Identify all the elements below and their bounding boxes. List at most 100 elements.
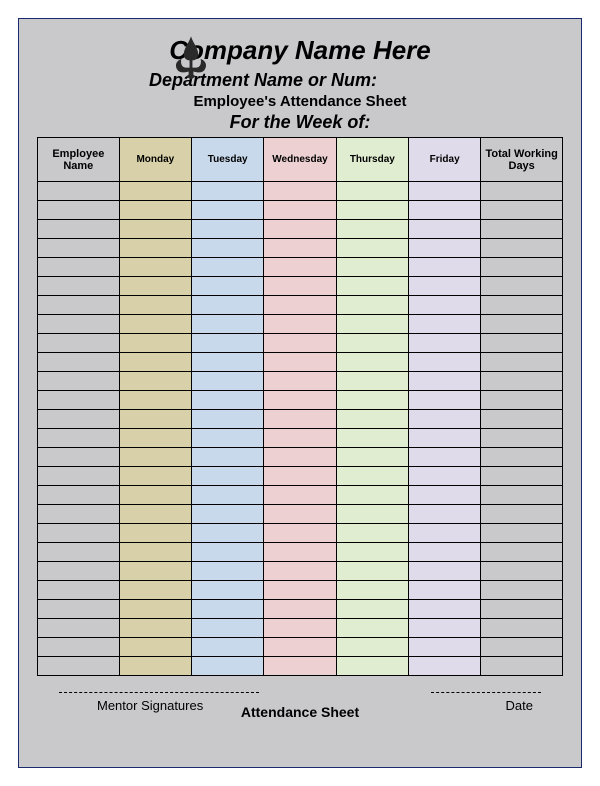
table-cell[interactable] [38, 448, 120, 467]
table-cell[interactable] [336, 315, 408, 334]
table-cell[interactable] [192, 182, 264, 201]
table-cell[interactable] [481, 562, 563, 581]
table-cell[interactable] [119, 562, 191, 581]
table-cell[interactable] [119, 334, 191, 353]
table-cell[interactable] [481, 638, 563, 657]
table-cell[interactable] [264, 581, 336, 600]
table-cell[interactable] [38, 258, 120, 277]
table-cell[interactable] [192, 220, 264, 239]
table-cell[interactable] [38, 429, 120, 448]
table-cell[interactable] [264, 543, 336, 562]
table-cell[interactable] [336, 638, 408, 657]
table-cell[interactable] [264, 600, 336, 619]
table-cell[interactable] [192, 657, 264, 676]
table-cell[interactable] [408, 486, 480, 505]
table-cell[interactable] [408, 372, 480, 391]
table-cell[interactable] [336, 410, 408, 429]
table-cell[interactable] [38, 239, 120, 258]
table-cell[interactable] [336, 657, 408, 676]
table-cell[interactable] [481, 372, 563, 391]
table-cell[interactable] [192, 581, 264, 600]
table-cell[interactable] [119, 448, 191, 467]
table-cell[interactable] [264, 239, 336, 258]
table-cell[interactable] [481, 600, 563, 619]
table-cell[interactable] [264, 638, 336, 657]
table-cell[interactable] [192, 467, 264, 486]
table-cell[interactable] [408, 638, 480, 657]
table-cell[interactable] [264, 467, 336, 486]
table-cell[interactable] [336, 486, 408, 505]
table-cell[interactable] [336, 543, 408, 562]
table-cell[interactable] [38, 467, 120, 486]
table-cell[interactable] [192, 277, 264, 296]
table-cell[interactable] [119, 258, 191, 277]
table-cell[interactable] [336, 372, 408, 391]
table-cell[interactable] [481, 220, 563, 239]
table-cell[interactable] [408, 619, 480, 638]
table-cell[interactable] [481, 391, 563, 410]
table-cell[interactable] [481, 182, 563, 201]
table-cell[interactable] [192, 619, 264, 638]
table-cell[interactable] [264, 448, 336, 467]
table-cell[interactable] [119, 486, 191, 505]
table-cell[interactable] [119, 638, 191, 657]
table-cell[interactable] [481, 258, 563, 277]
table-cell[interactable] [336, 239, 408, 258]
table-cell[interactable] [192, 486, 264, 505]
table-cell[interactable] [119, 657, 191, 676]
table-cell[interactable] [264, 220, 336, 239]
table-cell[interactable] [38, 277, 120, 296]
table-cell[interactable] [481, 467, 563, 486]
table-cell[interactable] [481, 524, 563, 543]
table-cell[interactable] [408, 353, 480, 372]
table-cell[interactable] [336, 429, 408, 448]
table-cell[interactable] [119, 201, 191, 220]
table-cell[interactable] [481, 581, 563, 600]
table-cell[interactable] [408, 505, 480, 524]
table-cell[interactable] [408, 562, 480, 581]
table-cell[interactable] [192, 201, 264, 220]
table-cell[interactable] [408, 277, 480, 296]
table-cell[interactable] [192, 600, 264, 619]
table-cell[interactable] [192, 638, 264, 657]
table-cell[interactable] [38, 657, 120, 676]
table-cell[interactable] [336, 277, 408, 296]
table-cell[interactable] [336, 220, 408, 239]
table-cell[interactable] [264, 410, 336, 429]
table-cell[interactable] [264, 524, 336, 543]
table-cell[interactable] [336, 334, 408, 353]
table-cell[interactable] [336, 182, 408, 201]
table-cell[interactable] [38, 353, 120, 372]
table-cell[interactable] [38, 543, 120, 562]
table-cell[interactable] [264, 657, 336, 676]
table-cell[interactable] [38, 638, 120, 657]
table-cell[interactable] [38, 524, 120, 543]
table-cell[interactable] [408, 182, 480, 201]
table-cell[interactable] [38, 581, 120, 600]
table-cell[interactable] [192, 562, 264, 581]
table-cell[interactable] [408, 239, 480, 258]
table-cell[interactable] [264, 429, 336, 448]
table-cell[interactable] [192, 239, 264, 258]
table-cell[interactable] [264, 277, 336, 296]
table-cell[interactable] [119, 372, 191, 391]
table-cell[interactable] [119, 353, 191, 372]
table-cell[interactable] [408, 410, 480, 429]
table-cell[interactable] [119, 467, 191, 486]
table-cell[interactable] [38, 600, 120, 619]
table-cell[interactable] [119, 429, 191, 448]
table-cell[interactable] [119, 524, 191, 543]
table-cell[interactable] [192, 296, 264, 315]
table-cell[interactable] [481, 334, 563, 353]
table-cell[interactable] [192, 391, 264, 410]
table-cell[interactable] [264, 372, 336, 391]
table-cell[interactable] [264, 182, 336, 201]
table-cell[interactable] [336, 619, 408, 638]
table-cell[interactable] [119, 410, 191, 429]
table-cell[interactable] [119, 182, 191, 201]
table-cell[interactable] [119, 543, 191, 562]
table-cell[interactable] [408, 296, 480, 315]
table-cell[interactable] [192, 505, 264, 524]
table-cell[interactable] [192, 258, 264, 277]
table-cell[interactable] [38, 372, 120, 391]
